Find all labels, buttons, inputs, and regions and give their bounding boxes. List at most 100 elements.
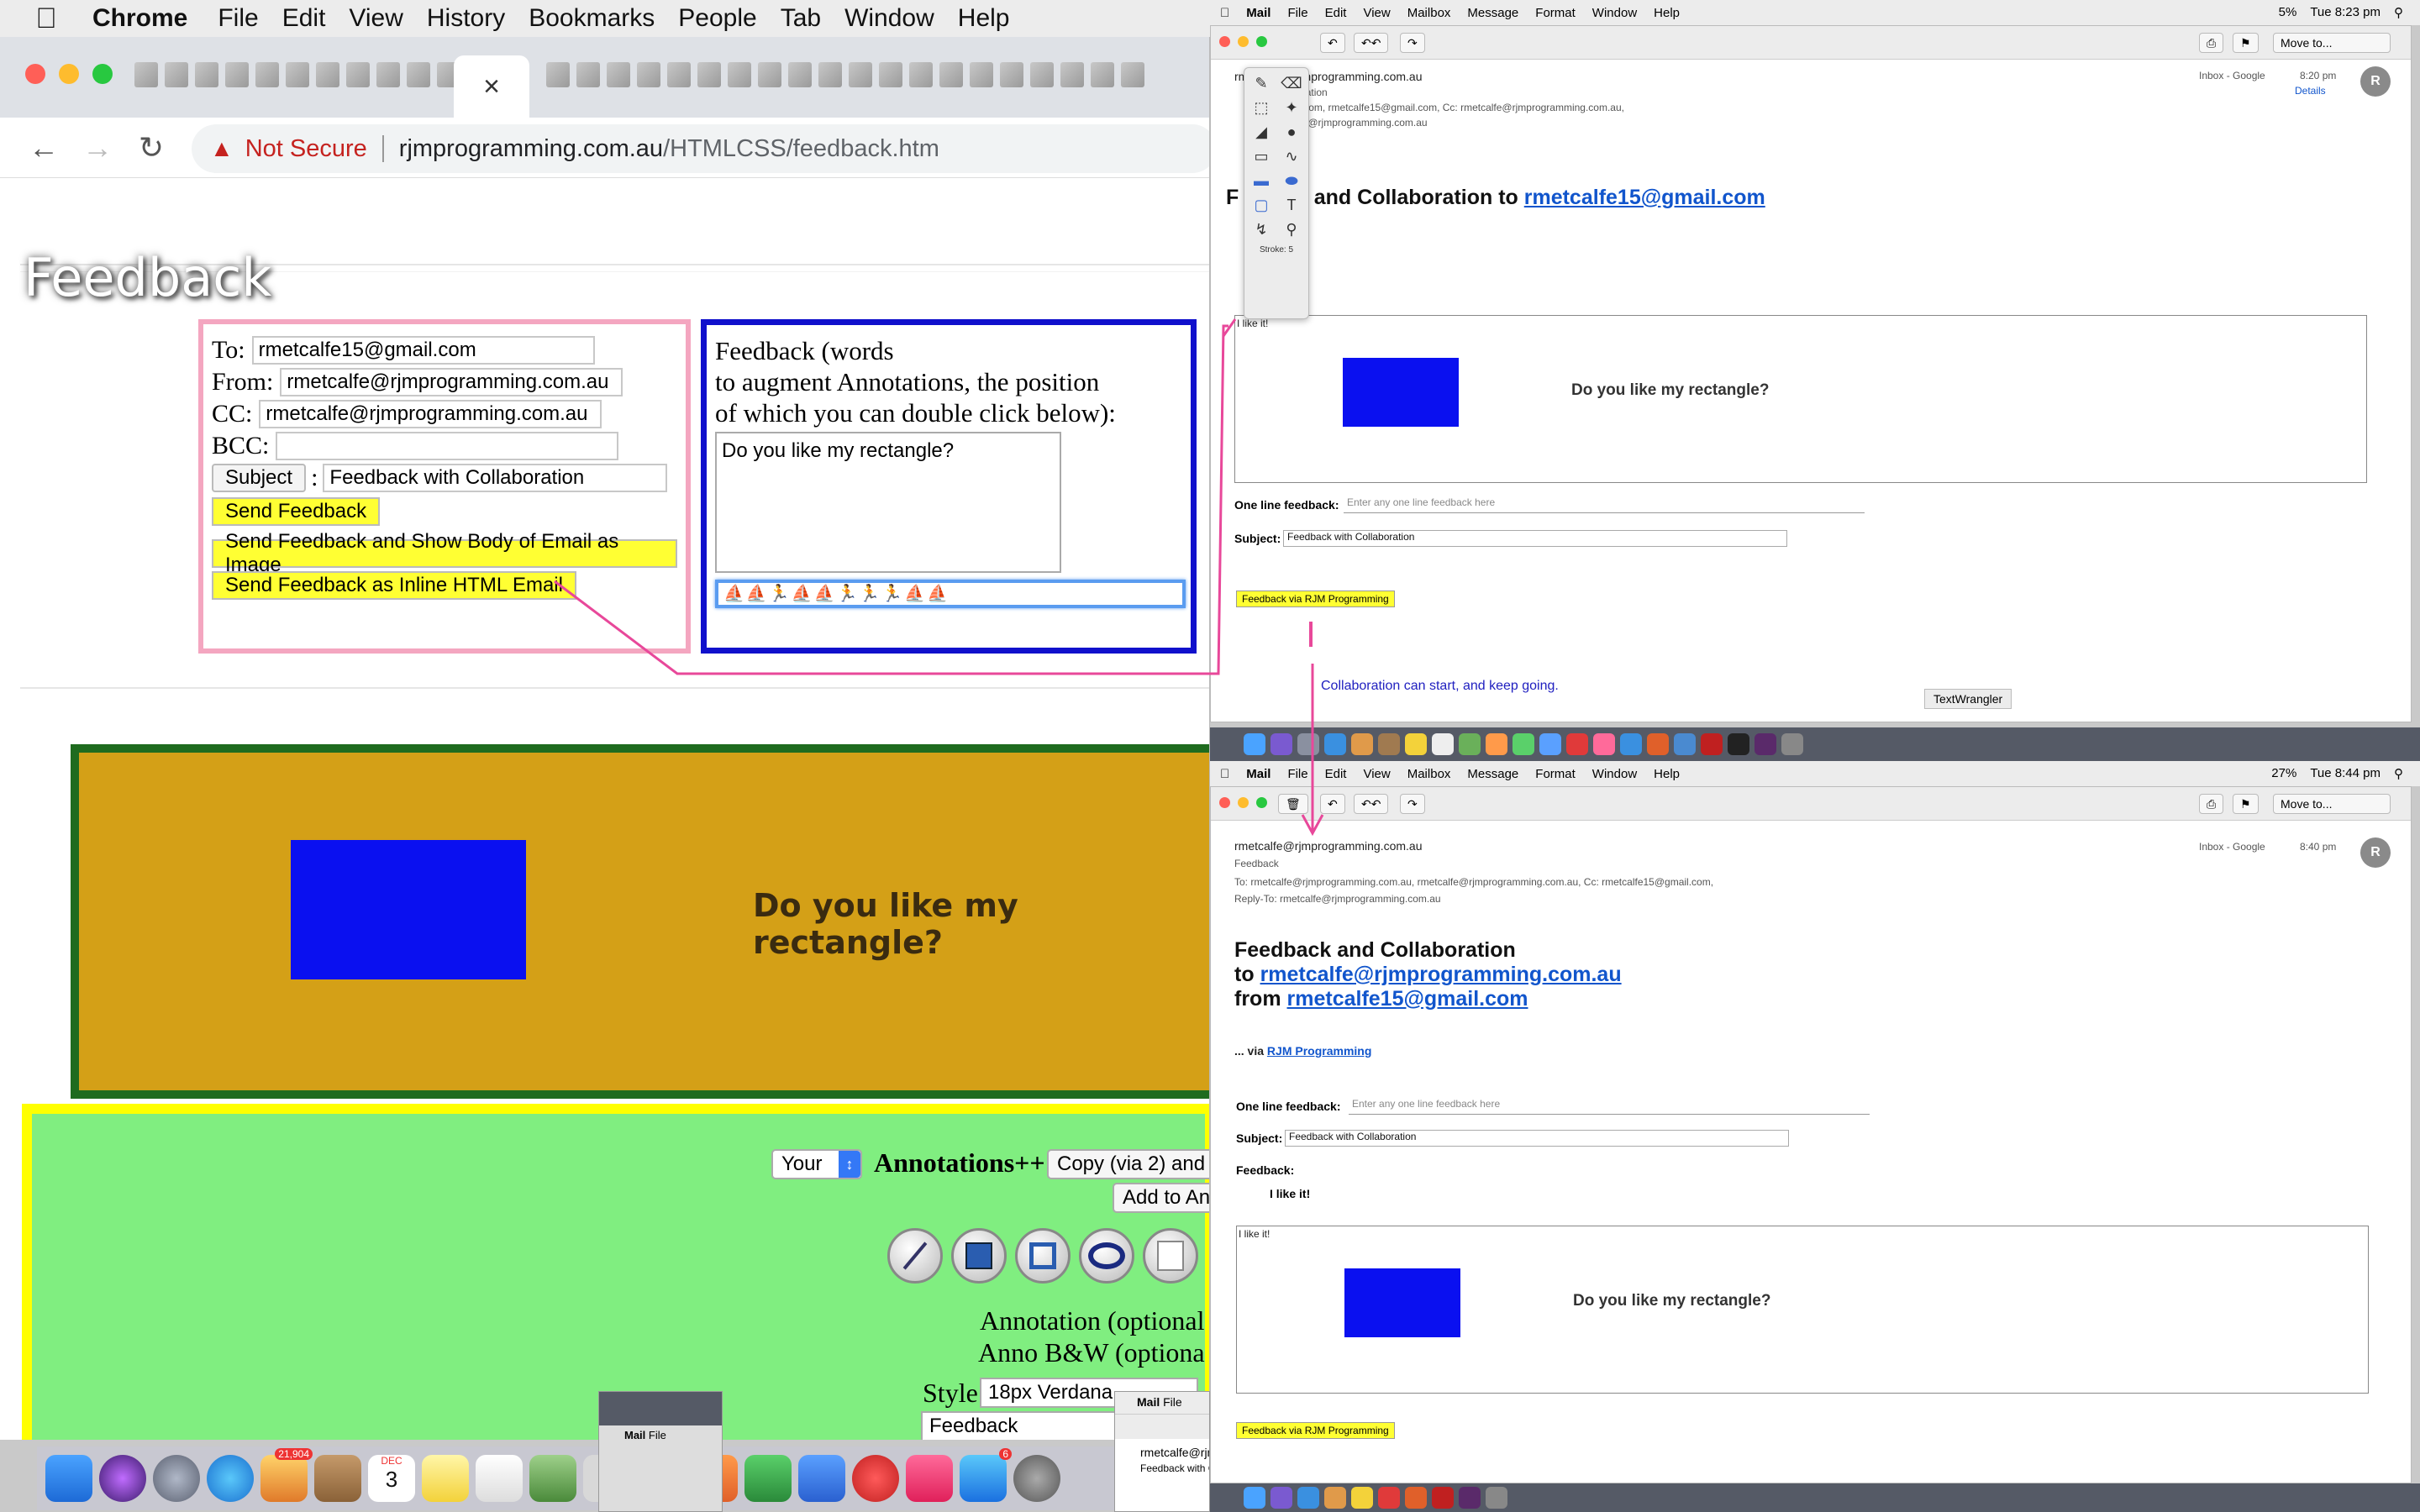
finder-icon[interactable] xyxy=(45,1455,92,1502)
tab-favicon[interactable] xyxy=(1091,62,1114,87)
notes-icon[interactable] xyxy=(1351,1487,1373,1509)
subject-field[interactable]: Feedback with Collaboration xyxy=(1283,530,1787,547)
mail-menu-file[interactable]: File xyxy=(1287,767,1307,781)
tab-favicon[interactable] xyxy=(1060,62,1084,87)
terminal-icon[interactable] xyxy=(1728,733,1749,755)
trash-icon[interactable] xyxy=(1486,1487,1507,1509)
tab-favicon[interactable] xyxy=(697,62,721,87)
firefox-icon[interactable] xyxy=(1647,733,1669,755)
contacts-icon[interactable] xyxy=(1378,733,1400,755)
tab-favicon[interactable] xyxy=(970,62,993,87)
to-field[interactable]: rmetcalfe15@gmail.com xyxy=(251,336,595,365)
annotation-text-field[interactable]: Feedback xyxy=(921,1411,1131,1440)
oval-icon[interactable]: ⬬ xyxy=(1280,172,1303,190)
line-tool-icon[interactable] xyxy=(887,1228,943,1284)
mail-menu-format[interactable]: Format xyxy=(1535,767,1576,781)
select-rect-icon[interactable]: ⬚ xyxy=(1249,99,1273,117)
flag-icon[interactable]: ⚑ xyxy=(2233,33,2259,53)
keynote-icon[interactable] xyxy=(798,1455,845,1502)
ellipse-tool-icon[interactable] xyxy=(1079,1228,1134,1284)
music-icon[interactable] xyxy=(906,1455,953,1502)
menu-history[interactable]: History xyxy=(427,4,527,33)
notes-icon[interactable] xyxy=(422,1455,469,1502)
photos-icon[interactable] xyxy=(1324,1487,1346,1509)
tab-favicon[interactable] xyxy=(879,62,902,87)
photos-icon[interactable] xyxy=(1351,733,1373,755)
filezilla-icon[interactable] xyxy=(1432,1487,1454,1509)
calendar-icon[interactable]: DEC 3 xyxy=(368,1455,415,1502)
menu-help[interactable]: Help xyxy=(958,4,1032,33)
one-line-field[interactable]: Enter any one line feedback here xyxy=(1344,496,1865,513)
apple-icon[interactable]:  xyxy=(1220,767,1229,781)
shape-icon[interactable]: ▭ xyxy=(1249,148,1273,165)
send-feedback-image-button[interactable]: Send Feedback and Show Body of Email as … xyxy=(212,530,677,576)
back-arrow-icon[interactable]: ← xyxy=(17,130,71,165)
tab-favicon[interactable] xyxy=(607,62,630,87)
send-feedback-button[interactable]: Send Feedback xyxy=(212,497,381,526)
app-store-icon[interactable] xyxy=(1620,733,1642,755)
reply-all-icon[interactable]: ↶↶ xyxy=(1354,794,1389,814)
numbers-icon[interactable] xyxy=(1512,733,1534,755)
siri-icon[interactable] xyxy=(1270,733,1292,755)
url-host[interactable]: rjmprogramming.com.au xyxy=(399,135,663,163)
system-preferences-icon[interactable] xyxy=(1013,1455,1060,1502)
preview-canvas[interactable]: Do you like my rectangle? xyxy=(71,744,1209,1099)
menu-tab[interactable]: Tab xyxy=(781,4,843,33)
add-to-annotations-button[interactable]: Add to An xyxy=(1113,1183,1209,1213)
tab-favicon[interactable] xyxy=(1121,62,1144,87)
mail-app-name[interactable]: Mail xyxy=(1246,767,1270,781)
launchpad-icon[interactable] xyxy=(153,1455,200,1502)
maps-icon[interactable] xyxy=(529,1455,576,1502)
tab-favicon[interactable] xyxy=(788,62,812,87)
copy-button[interactable]: Copy (via 2) and P xyxy=(1047,1149,1209,1179)
tab-favicon[interactable] xyxy=(376,62,400,87)
close-window-button[interactable] xyxy=(1219,36,1230,47)
mail-menu-view[interactable]: View xyxy=(1363,6,1390,20)
reply-all-icon[interactable]: ↶↶ xyxy=(1354,33,1389,53)
menu-view[interactable]: View xyxy=(349,4,424,33)
security-label[interactable]: Not Secure xyxy=(245,135,367,163)
safari-icon[interactable] xyxy=(1297,1487,1319,1509)
notes-icon[interactable] xyxy=(1405,733,1427,755)
close-window-button[interactable] xyxy=(25,64,45,84)
mini-mail-thumbnail[interactable]: Mail File xyxy=(598,1391,723,1512)
tab-favicon[interactable] xyxy=(165,62,188,87)
owner-select[interactable]: Your ↕ xyxy=(771,1149,862,1179)
zoom-window-button[interactable] xyxy=(1256,36,1267,47)
active-tab[interactable]: × xyxy=(454,55,529,118)
subject-field[interactable]: Feedback with Collaboration xyxy=(323,464,668,492)
mail-menu-edit[interactable]: Edit xyxy=(1325,6,1347,20)
bomb-icon[interactable]: ● xyxy=(1280,123,1303,141)
tab-favicon[interactable] xyxy=(1030,62,1054,87)
minimize-window-button[interactable] xyxy=(1238,797,1249,808)
spotlight-icon[interactable]: ⚲ xyxy=(2394,5,2403,20)
close-window-button[interactable] xyxy=(1219,797,1230,808)
rjm-feedback-button[interactable]: Feedback via RJM Programming xyxy=(1236,1422,1395,1439)
cc-field[interactable]: rmetcalfe@rjmprogramming.com.au xyxy=(259,400,602,428)
curve-icon[interactable]: ∿ xyxy=(1280,148,1303,165)
menu-app-name[interactable]: Chrome xyxy=(92,4,218,33)
mail-menu-format[interactable]: Format xyxy=(1535,6,1576,20)
reload-icon[interactable]: ↻ xyxy=(124,130,178,165)
pages-icon[interactable] xyxy=(1486,733,1507,755)
outline-rect-tool-icon[interactable] xyxy=(1015,1228,1071,1284)
annotation-position-strip[interactable]: ⛵⛵🏃⛵⛵🏃🏃🏃⛵⛵ xyxy=(715,580,1186,608)
tab-favicon[interactable] xyxy=(225,62,249,87)
tab-favicon[interactable] xyxy=(255,62,279,87)
mail-menu-file[interactable]: File xyxy=(1287,6,1307,20)
rjm-feedback-button[interactable]: Feedback via RJM Programming xyxy=(1236,591,1395,607)
mail-menu-mailbox[interactable]: Mailbox xyxy=(1407,767,1451,781)
select-arrows-icon[interactable]: ↕ xyxy=(839,1151,860,1178)
finder-icon[interactable] xyxy=(1244,1487,1265,1509)
rectangle-icon[interactable]: ▬ xyxy=(1249,172,1273,190)
tab-favicon[interactable] xyxy=(939,62,963,87)
eraser-icon[interactable]: ⌫ xyxy=(1280,75,1303,92)
move-to-button[interactable]: Move to... xyxy=(2273,794,2391,814)
menu-file[interactable]: File xyxy=(218,4,280,33)
subject-field[interactable]: Feedback with Collaboration xyxy=(1285,1130,1789,1147)
mail-menu-edit[interactable]: Edit xyxy=(1325,767,1347,781)
rounded-rect-icon[interactable]: ▢ xyxy=(1249,197,1273,214)
details-link[interactable]: Details xyxy=(2295,85,2326,97)
tab-favicon[interactable] xyxy=(637,62,660,87)
trash-icon[interactable]: 🗑 xyxy=(1278,794,1308,814)
